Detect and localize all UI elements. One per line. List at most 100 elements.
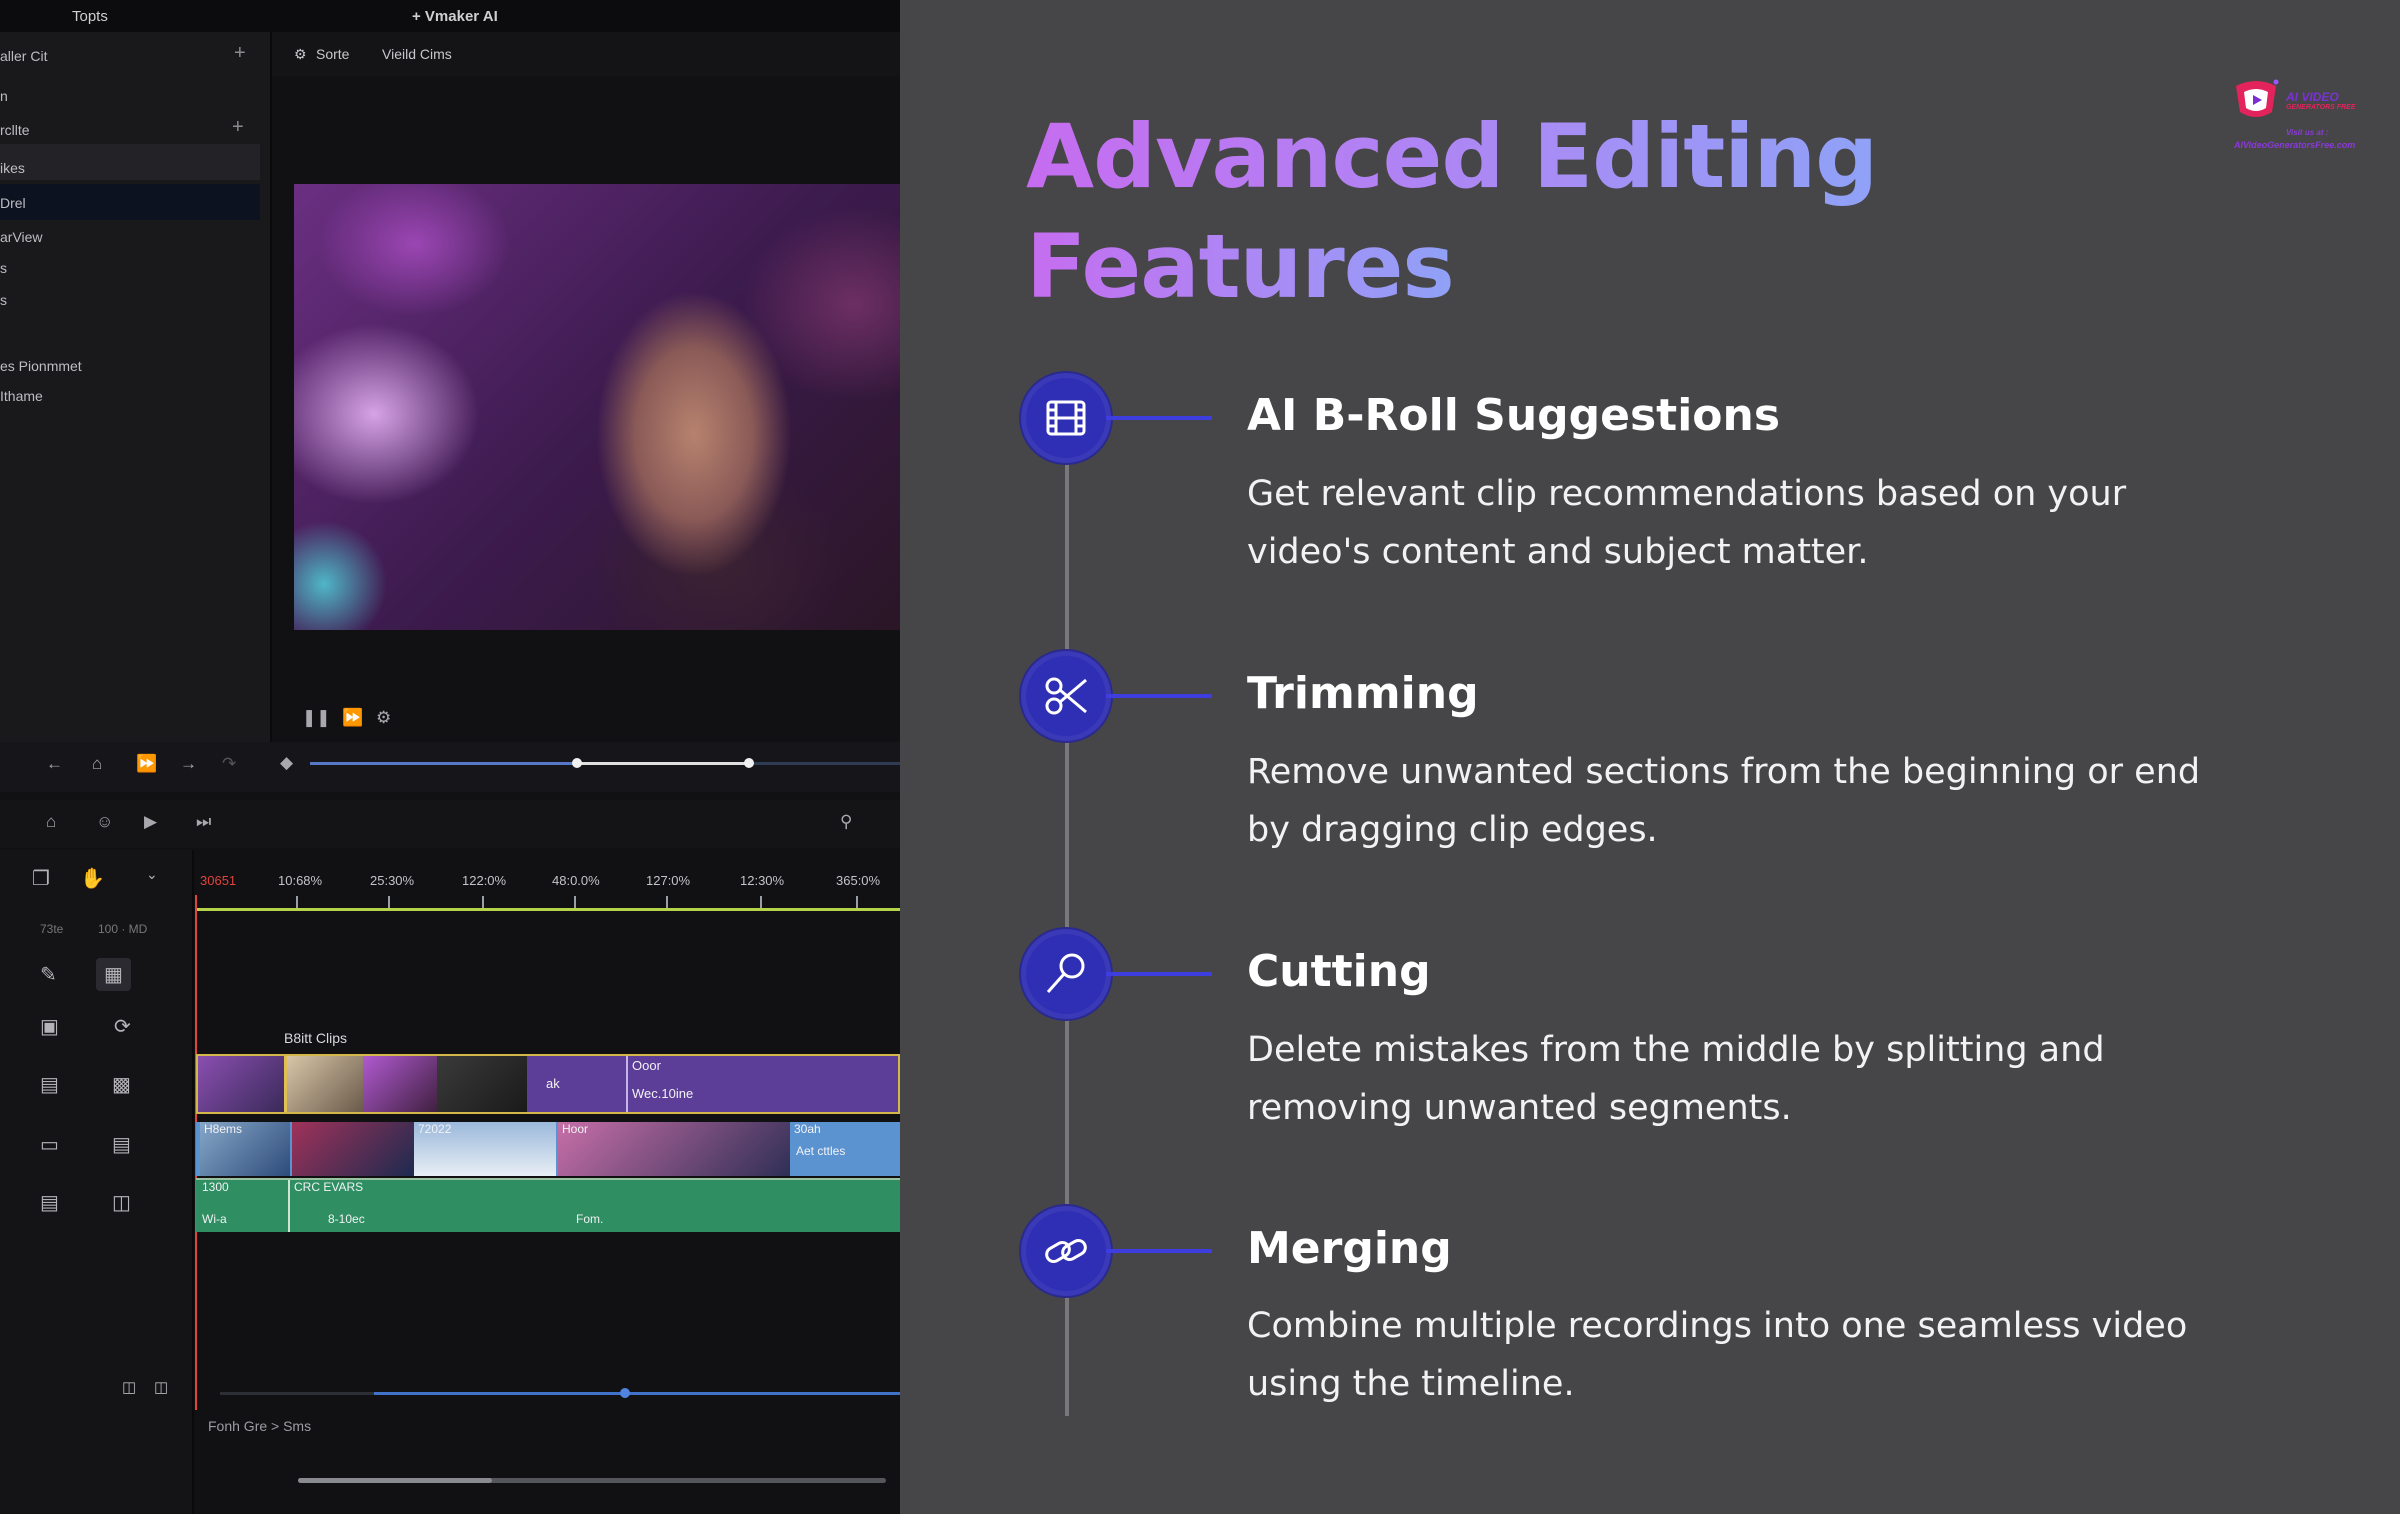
ruler-tick (482, 896, 484, 908)
sidebar-item[interactable]: s (0, 260, 7, 276)
split-view-icon[interactable]: ◫ (112, 1190, 131, 1215)
effect-icon[interactable]: ▤ (112, 1132, 131, 1157)
app-title: + Vmaker AI (412, 8, 498, 25)
feature-title: AI B-Roll Suggestions (1247, 390, 1781, 441)
clip-label: CRC EVARS (294, 1180, 364, 1194)
feature-desc-line: Get relevant clip recommendations based … (1247, 474, 2127, 514)
save-icon[interactable]: ▤ (40, 1072, 59, 1097)
add-icon[interactable]: + (234, 42, 246, 65)
layer-icon[interactable]: ▭ (40, 1132, 59, 1157)
sidebar-item[interactable]: n (0, 88, 8, 104)
preview-tab[interactable]: Sorte (316, 46, 349, 62)
clip-divider (626, 1056, 628, 1112)
feature-desc-line: video's content and subject matter. (1247, 532, 1869, 572)
settings-icon[interactable]: ⚙ (376, 708, 391, 728)
skip-icon[interactable]: ⏭ (196, 812, 211, 832)
keyframe-icon[interactable]: ◆ (280, 753, 293, 773)
sidebar-item[interactable]: s (0, 292, 7, 308)
sidebar-item[interactable]: es Pionmmet (0, 358, 82, 374)
video-track-clip[interactable]: ak Ooor Wec.10ine (196, 1054, 900, 1114)
caption-icon[interactable]: ▦ (96, 958, 131, 991)
logo-icon (2236, 79, 2279, 117)
pause-icon[interactable]: ❚❚ (302, 708, 331, 728)
subtitle-icon[interactable]: ▩ (112, 1072, 131, 1097)
clip-label: H8ems (204, 1122, 243, 1136)
zoom-slider-handle[interactable] (620, 1388, 630, 1398)
topbar-left-label[interactable]: Topts (72, 8, 108, 25)
clip-thumbnail[interactable] (198, 1056, 287, 1112)
feature-description: Combine multiple recordings into one sea… (1247, 1297, 2207, 1413)
home-icon[interactable]: ⌂ (92, 754, 102, 774)
copy-icon[interactable]: ❐ (32, 866, 50, 891)
ruler-tick-label: 365:0% (836, 873, 881, 888)
clip-divider (288, 1180, 290, 1232)
camera-icon[interactable]: ▶ (144, 812, 157, 832)
play-forward-icon[interactable]: ⏩ (136, 754, 157, 774)
fast-forward-icon[interactable]: ⏩ (342, 708, 363, 728)
sidebar-item[interactable]: rcllte (0, 122, 30, 138)
sidebar-hover-row (0, 144, 260, 180)
ruler-tick (574, 896, 576, 908)
chevron-down-icon[interactable]: ⌄ (146, 866, 158, 883)
sidebar-item[interactable]: Drel (0, 195, 26, 211)
track-headers: ❐ ✋ ⌄ 73te 100 · MD ✎ ▦ ▣ ⟳ ▤ ▩ ▭ ▤ ▤ ◫ … (0, 850, 194, 1514)
scrollbar-thumb[interactable] (298, 1478, 492, 1483)
hand-icon[interactable]: ✋ (80, 866, 105, 891)
sidebar-item[interactable]: arView (0, 229, 43, 245)
ruler-tick-label: 10:68% (278, 873, 323, 888)
feature-desc-line: using the timeline. (1247, 1364, 1575, 1404)
text-tool-icon[interactable]: ✎ (40, 962, 57, 987)
zoom-in-icon[interactable]: ◫ (154, 1378, 168, 1396)
redo-icon[interactable]: ↷ (222, 754, 236, 774)
sidebar-item[interactable]: ikes (0, 160, 25, 176)
column-header: 73te (40, 922, 64, 936)
gear-icon[interactable]: ⚙ (294, 46, 307, 63)
site-logo: AI VIDEO GENERATORS FREE Visit us at : A… (2230, 76, 2370, 156)
clip-label: 1300 (202, 1180, 229, 1194)
ruler-tick-label: 127:0% (646, 873, 691, 888)
clip-thumbnail[interactable] (363, 1056, 437, 1112)
feature-title: Merging (1247, 1223, 1452, 1274)
audio-icon[interactable]: ▤ (40, 1190, 59, 1215)
forward-arrow-icon[interactable]: → (180, 754, 197, 774)
logo-line-1: AI VIDEO (2286, 90, 2339, 104)
add-icon[interactable]: + (232, 116, 244, 139)
preview-header: ⚙ Sorte Vieild Cims (272, 32, 900, 76)
scrub-handle[interactable] (572, 758, 582, 768)
playback-toolbar (0, 742, 900, 792)
node-connector (1106, 416, 1212, 420)
back-arrow-icon[interactable]: ← (46, 754, 63, 774)
ruler-tick-label: 12:30% (740, 873, 785, 888)
clip-label: 8-10ec (328, 1212, 365, 1226)
ruler-tick-label: 25:30% (370, 873, 415, 888)
timecode-start: 30651 (200, 873, 237, 888)
link-icon (1045, 1239, 1087, 1263)
home-icon[interactable]: ⌂ (46, 812, 56, 832)
clip-thumbnail[interactable] (292, 1122, 414, 1176)
clip-label: Hoor (562, 1122, 589, 1136)
rotate-icon[interactable]: ⟳ (114, 1014, 131, 1039)
preview-tab[interactable]: Vieild Cims (382, 46, 452, 62)
editor-topbar: Topts + Vmaker AI (0, 0, 900, 32)
slide-title-line-2: Features (1026, 212, 1455, 322)
scrub-selection[interactable] (576, 762, 748, 765)
user-icon[interactable]: ☺ (96, 812, 113, 832)
ruler-tick (296, 896, 298, 908)
column-header: 100 · MD (98, 922, 148, 936)
logo-url: AIVideoGeneratorsFree.com (2234, 140, 2356, 150)
audio-track-clip[interactable]: 1300 CRC EVARS Wi-a 8-10ec Fom. (196, 1178, 900, 1232)
video-preview[interactable] (294, 184, 900, 630)
clip-thumbnail[interactable] (437, 1056, 527, 1112)
clip-thumbnail[interactable] (287, 1056, 363, 1112)
search-icon[interactable]: ⚲ (840, 812, 852, 832)
scrub-handle[interactable] (744, 758, 754, 768)
track-marker: ak (546, 1076, 560, 1091)
film-node (1026, 378, 1106, 458)
slide-title-line-1: Advanced Editing (1026, 102, 1878, 212)
sidebar-item[interactable]: Ithame (0, 388, 43, 404)
clip-thumbnail[interactable] (558, 1122, 790, 1176)
zoom-out-icon[interactable]: ◫ (122, 1378, 136, 1396)
broll-track-clip[interactable]: H8ems 72022 Hoor 30ah Aet cttles (196, 1122, 900, 1176)
crop-icon[interactable]: ▣ (40, 1014, 59, 1039)
timeline-ruler[interactable] (195, 908, 900, 911)
